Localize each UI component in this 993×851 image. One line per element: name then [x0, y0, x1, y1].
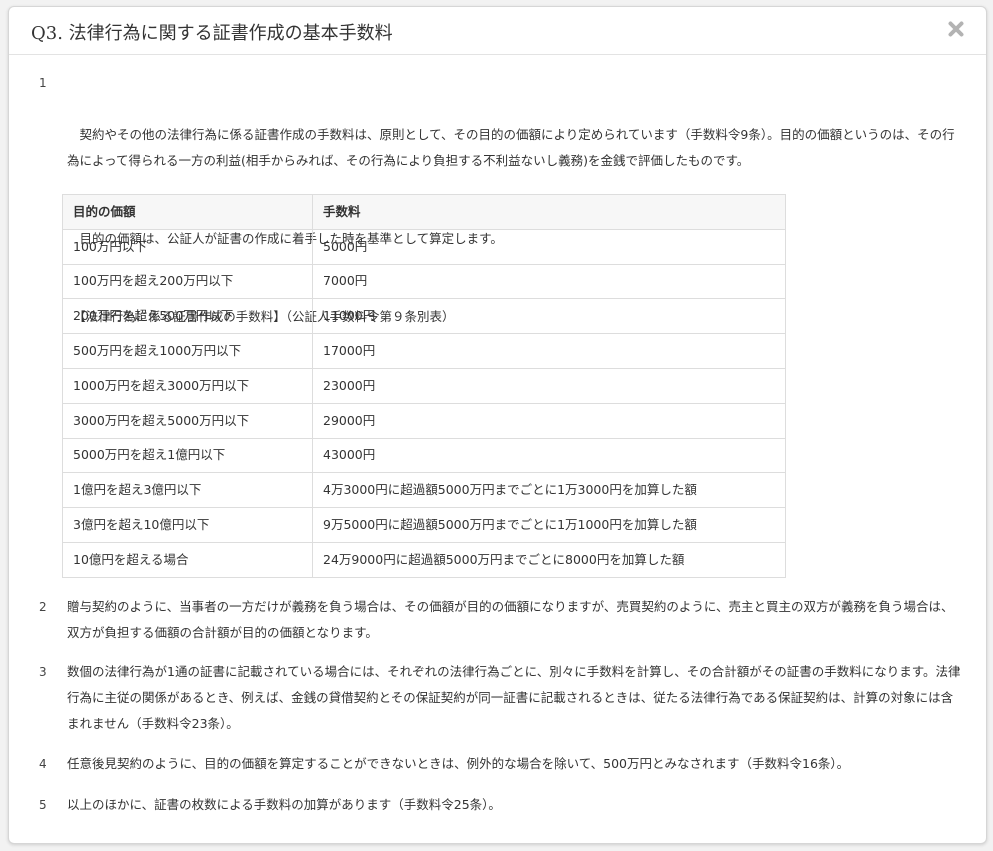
- table-cell: 1000万円を超え3000万円以下: [62, 367, 313, 404]
- modal-title: Q3. 法律行為に関する証書作成の基本手数料: [31, 23, 393, 44]
- table-cell: 5000円: [312, 228, 786, 265]
- table-cell: 4万3000円に超過額5000万円までごとに1万3000円を加算した額: [312, 472, 786, 509]
- table-cell: 9万5000円に超過額5000万円までごとに1万1000円を加算した額: [312, 507, 786, 543]
- close-button[interactable]: [946, 19, 966, 39]
- table-row: 3000万円を超え5000万円以下 29000円: [62, 402, 786, 439]
- item-number: 3: [39, 665, 47, 679]
- table-cell: 1億円を超え3億円以下: [62, 472, 313, 509]
- table-row: 100万円を超え200万円以下 7000円: [62, 263, 786, 300]
- table-row: 5000万円を超え1億円以下 43000円: [62, 437, 786, 474]
- item-text: 任意後見契約のように、目的の価額を算定することができないときは、例外的な場合を除…: [67, 756, 850, 771]
- table-cell: 5000万円を超え1億円以下: [62, 437, 313, 474]
- modal-header: Q3. 法律行為に関する証書作成の基本手数料: [9, 7, 986, 55]
- item-number: 1: [39, 76, 47, 90]
- table-cell: 10億円を超える場合: [62, 541, 313, 578]
- table-cell: 3000万円を超え5000万円以下: [62, 402, 313, 439]
- table-cell: 24万9000円に超過額5000万円までごとに8000円を加算した額: [312, 541, 786, 578]
- item-text: 数個の法律行為が1通の証書に記載されている場合には、それぞれの法律行為ごとに、別…: [67, 664, 961, 731]
- item-number: 5: [39, 798, 47, 812]
- table-cell: 11000円: [312, 298, 786, 335]
- table-cell: 3億円を超え10億円以下: [62, 507, 313, 543]
- close-icon[interactable]: [946, 19, 966, 39]
- item-number: 2: [39, 600, 47, 614]
- table-cell: 29000円: [312, 402, 786, 439]
- table-cell: 100万円を超え200万円以下: [62, 263, 313, 300]
- modal-body: 1 契約やその他の法律行為に係る証書作成の手数料は、原則として、その目的の価額に…: [9, 55, 986, 843]
- table-cell: 17000円: [312, 333, 786, 369]
- table-row: 1億円を超え3億円以下 4万3000円に超過額5000万円までごとに1万3000…: [62, 472, 786, 509]
- table-cell: 23000円: [312, 367, 786, 404]
- table-cell: 500万円を超え1000万円以下: [62, 333, 313, 369]
- table-row: 100万円以下 5000円: [62, 228, 786, 265]
- table-row: 200万円を超え500万円以下 11000円: [62, 298, 786, 335]
- paragraph: 契約やその他の法律行為に係る証書作成の手数料は、原則として、その目的の価額により…: [67, 127, 955, 168]
- table-cell: 200万円を超え500万円以下: [62, 298, 313, 335]
- item-text: 贈与契約のように、当事者の一方だけが義務を負う場合は、その価額が目的の価額になり…: [67, 599, 954, 640]
- table-row: 10億円を超える場合 24万9000円に超過額5000万円までごとに8000円を…: [62, 541, 786, 578]
- item-number: 4: [39, 757, 47, 771]
- table-row: 1000万円を超え3000万円以下 23000円: [62, 367, 786, 404]
- table-row: 500万円を超え1000万円以下 17000円: [62, 333, 786, 369]
- fee-table: 目的の価額 手数料 100万円以下 5000円 100万円を超え200万円以下 …: [62, 194, 786, 578]
- column-header: 手数料: [312, 194, 786, 230]
- item-text: 以上のほかに、証書の枚数による手数料の加算があります（手数料令25条）。: [67, 797, 501, 812]
- column-header: 目的の価額: [62, 194, 313, 230]
- table-cell: 100万円以下: [62, 228, 313, 265]
- table-cell: 43000円: [312, 437, 786, 474]
- table-row: 3億円を超え10億円以下 9万5000円に超過額5000万円までごとに1万100…: [62, 507, 786, 543]
- modal-dialog: Q3. 法律行為に関する証書作成の基本手数料 1 契約やその他の法律行為に係る証…: [8, 6, 987, 844]
- table-cell: 7000円: [312, 263, 786, 300]
- table-header-row: 目的の価額 手数料: [62, 194, 786, 230]
